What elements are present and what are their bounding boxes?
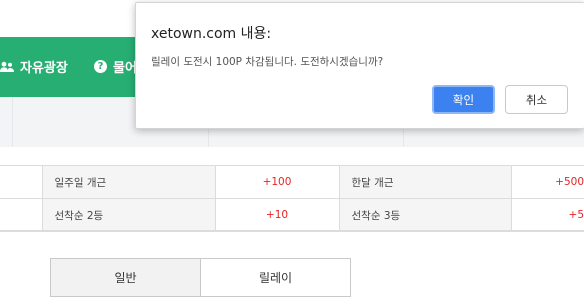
table-cell-blank xyxy=(0,198,42,232)
reward-label: 선착순 3등 xyxy=(338,198,511,232)
confirm-button[interactable]: 확인 xyxy=(432,85,495,114)
cancel-button[interactable]: 취소 xyxy=(505,85,568,114)
reward-value: +5 xyxy=(510,198,584,232)
reward-label: 일주일 개근 xyxy=(41,165,215,199)
band-divider xyxy=(12,97,13,147)
reward-value: +500 xyxy=(510,165,584,199)
question-circle-icon: ? xyxy=(94,60,107,73)
section-divider xyxy=(0,230,584,231)
reward-value: +10 xyxy=(214,198,339,232)
attendance-reward-table: 일주일 개근 +100 한달 개근 +500 선착순 2등 +10 선착순 3등… xyxy=(0,165,584,232)
tab-normal[interactable]: 일반 xyxy=(51,259,200,296)
confirm-dialog: xetown.com 내용: 릴레이 도전시 100P 차감됩니다. 도전하시겠… xyxy=(135,2,584,129)
dialog-title: xetown.com 내용: xyxy=(151,26,272,42)
nav-item-ask[interactable]: ? 물어 xyxy=(94,57,137,76)
table-row: 선착순 2등 +10 선착순 3등 +5 xyxy=(0,198,584,232)
nav-item-free-plaza[interactable]: 자유광장 xyxy=(0,57,68,76)
reward-label: 선착순 2등 xyxy=(41,198,215,232)
dialog-message: 릴레이 도전시 100P 차감됩니다. 도전하시겠습니까? xyxy=(151,56,384,68)
nav-item-label: 물어 xyxy=(113,61,137,76)
nav-item-label: 자유광장 xyxy=(20,61,68,76)
table-cell-blank xyxy=(0,165,42,199)
table-row: 일주일 개근 +100 한달 개근 +500 xyxy=(0,165,584,199)
reward-label: 한달 개근 xyxy=(338,165,511,199)
tab-relay[interactable]: 릴레이 xyxy=(200,259,350,296)
mode-tabs: 일반 릴레이 xyxy=(50,258,351,297)
users-icon xyxy=(0,61,14,73)
reward-value: +100 xyxy=(214,165,339,199)
